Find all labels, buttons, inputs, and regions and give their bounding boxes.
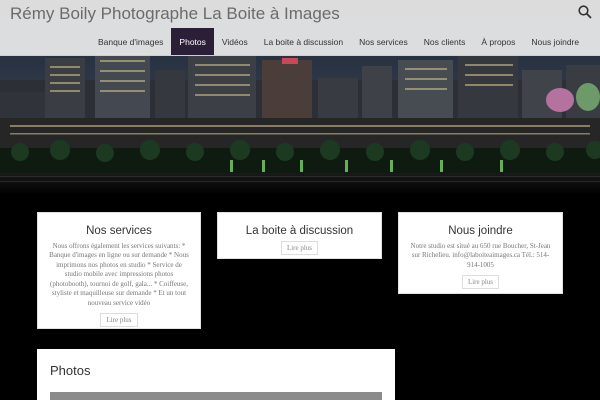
read-more-button[interactable]: Lire plus	[461, 275, 500, 290]
site-title[interactable]: Rémy Boily Photographe La Boite à Images	[10, 4, 340, 24]
photo-preview[interactable]	[50, 392, 382, 400]
nav-item-a-propos[interactable]: À propos	[473, 28, 523, 55]
read-more-button[interactable]: Lire plus	[100, 313, 138, 328]
card-title: La boite à discussion	[245, 225, 354, 237]
photos-title: Photos	[50, 363, 91, 378]
site-header: Rémy Boily Photographe La Boite à Images…	[0, 0, 600, 56]
nav-item-videos[interactable]: Vidéos	[214, 28, 256, 55]
card-title: Nous joindre	[448, 225, 513, 237]
discussion-card: La boite à discussion Lire plus	[217, 212, 382, 259]
contact-card: Nous joindre Notre studio est situé au 6…	[398, 212, 563, 294]
nav-item-banque-images[interactable]: Banque d'images	[90, 28, 171, 55]
card-text: Notre studio est situé au 650 rue Bouche…	[410, 242, 551, 269]
nav-item-nos-clients[interactable]: Nos clients	[416, 28, 474, 55]
nav-item-boite-discussion[interactable]: La boite à discussion	[256, 28, 351, 55]
services-card: Nos services Nous offrons également les …	[37, 212, 201, 329]
search-icon	[578, 4, 592, 24]
search-button[interactable]	[570, 0, 600, 28]
nav-item-photos[interactable]: Photos	[171, 28, 214, 55]
card-title: Nos services	[86, 225, 152, 237]
nav-item-nous-joindre[interactable]: Nous joindre	[523, 28, 587, 55]
read-more-button[interactable]: Lire plus	[280, 241, 319, 255]
photos-panel: Photos	[37, 349, 395, 400]
nav-item-nos-services[interactable]: Nos services	[351, 28, 416, 55]
card-text: Nous offrons également les services suiv…	[49, 242, 189, 307]
main-nav: Banque d'images Photos Vidéos La boite à…	[90, 28, 587, 55]
